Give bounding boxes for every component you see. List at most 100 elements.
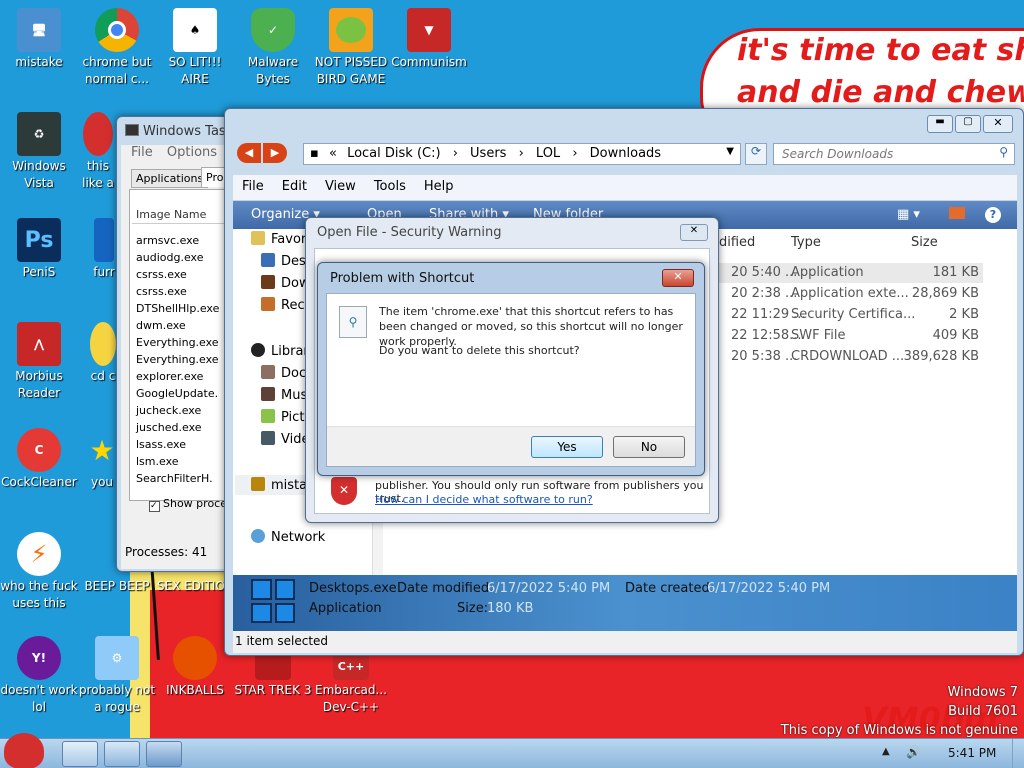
nav-pictures[interactable]: Pict (261, 409, 304, 425)
no-button[interactable]: No (613, 436, 685, 458)
process-row[interactable]: SearchFilterH. (136, 470, 219, 487)
desktop-icon-communism[interactable]: ▼ Communism (390, 8, 468, 71)
desktop-icon-chrome[interactable]: chrome but normal c... (78, 8, 156, 88)
column-type[interactable]: Type (791, 235, 821, 250)
minimize-icon[interactable]: ▬ (927, 115, 953, 133)
desktop-icon-devcpp[interactable]: C++ Embarcad... Dev-C++ (312, 652, 390, 716)
help-icon[interactable]: ? (985, 207, 1001, 223)
ccleaner-icon: C (17, 428, 61, 472)
menu-view[interactable]: View (316, 175, 365, 198)
tab-applications[interactable]: Applications (131, 169, 209, 188)
file-row[interactable]: 22 11:29 ... Security Certifica... 2 KB (683, 305, 983, 325)
nav-recent[interactable]: Rec (261, 297, 305, 313)
yes-button[interactable]: Yes (531, 436, 603, 458)
close-icon[interactable]: ✕ (680, 224, 708, 241)
process-row[interactable]: jucheck.exe (136, 402, 219, 419)
column-size[interactable]: Size (911, 235, 938, 250)
show-desktop-button[interactable] (1012, 739, 1024, 768)
chevron-down-icon[interactable]: ▼ (726, 146, 734, 157)
column-date-modified[interactable]: dified (719, 235, 755, 250)
desktop-icon-malwarebytes[interactable]: ✓ Malware Bytes (234, 8, 312, 88)
taskbar-clock[interactable]: 5:41 PM (948, 746, 996, 760)
menu-file[interactable]: File (131, 145, 153, 160)
back-icon[interactable]: ◀ (237, 143, 261, 163)
nav-favorites[interactable]: Favor (251, 231, 306, 247)
process-row[interactable]: armsvc.exe (136, 232, 219, 249)
desktop-icon-solitaire[interactable]: ♠ SO LIT!!! AIRE (156, 8, 234, 88)
menu-options[interactable]: Options (167, 145, 217, 160)
preview-pane-icon[interactable] (949, 207, 965, 219)
file-row[interactable]: 20 2:38 ... Application exte... 28,869 K… (683, 284, 983, 304)
nav-music[interactable]: Mus (261, 387, 307, 403)
menu-file[interactable]: File (233, 175, 273, 198)
breadcrumb-users[interactable]: Users (470, 146, 506, 161)
search-input[interactable]: Search Downloads ⚲ (773, 143, 1015, 165)
desktop-icon-yahoo[interactable]: Y! doesn't work lol (0, 636, 78, 716)
nav-desktop[interactable]: Des (261, 253, 306, 269)
security-help-link[interactable]: How can I decide what software to run? (375, 493, 593, 506)
desktop-icon-inkballs[interactable]: INKBALLS (156, 636, 234, 699)
forward-icon[interactable]: ▶ (263, 143, 287, 163)
file-row[interactable]: 20 5:38 ... CRDOWNLOAD ... 389,628 KB (683, 347, 983, 367)
checkbox-icon[interactable]: ✓ (149, 501, 160, 512)
nav-documents[interactable]: Doc (261, 365, 306, 381)
show-processes-option[interactable]: ✓ Show proces (149, 497, 233, 512)
desktop-icon-bird-game[interactable]: NOT PISSED BIRD GAME (312, 8, 390, 88)
desktop-icon-this-like-a[interactable]: this like a (78, 112, 118, 192)
desktop-icon-you[interactable]: ★ you (86, 428, 118, 491)
application-icon (251, 579, 295, 623)
taskbar-task-manager-icon[interactable] (146, 741, 182, 767)
desktop-icon-cd[interactable]: cd c (88, 322, 118, 385)
menu-tools[interactable]: Tools (365, 175, 415, 198)
nav-label: Pict (281, 410, 305, 425)
process-row[interactable]: explorer.exe (136, 368, 219, 385)
process-row[interactable]: csrss.exe (136, 283, 219, 300)
warning-shield-icon: ✕ (331, 477, 357, 505)
close-icon[interactable]: ✕ (662, 269, 694, 287)
desktop-icon-ccleaner[interactable]: C CockCleaner (0, 428, 78, 491)
breadcrumb-downloads[interactable]: Downloads (590, 146, 661, 161)
desktop-icon-photoshop[interactable]: Ps PeniS (0, 218, 78, 281)
process-row[interactable]: DTShellHlp.exe (136, 300, 219, 317)
breadcrumb-overflow[interactable]: « (329, 146, 337, 161)
address-bar[interactable]: ▪ « Local Disk (C:) › Users › LOL › Down… (303, 143, 741, 165)
breadcrumb-local-disk[interactable]: Local Disk (C:) (347, 146, 440, 161)
menu-help[interactable]: Help (415, 175, 463, 198)
close-icon[interactable]: ✕ (983, 115, 1013, 133)
volume-icon[interactable]: 🔊 (906, 745, 921, 759)
desktop-icon-rogue[interactable]: ⚙ probably not a rogue (78, 636, 156, 716)
file-row[interactable]: 22 12:58... SWF File 409 KB (683, 326, 983, 346)
desktop-icon-pdf-reader[interactable]: ⋀ Morbius Reader (0, 322, 78, 402)
process-row[interactable]: lsm.exe (136, 453, 219, 470)
desktop-icon-mistake[interactable]: 🖥 mistake (0, 8, 78, 71)
desktop-icon-windows-vista[interactable]: ♻ Windows Vista (0, 112, 78, 192)
view-options-icon[interactable]: ▦ ▾ (897, 207, 920, 222)
process-row[interactable]: Everything.exe (136, 351, 219, 368)
nav-network[interactable]: Network (251, 529, 325, 545)
process-row[interactable]: dwm.exe (136, 317, 219, 334)
desktop-icon-winamp[interactable]: ⚡ who the fuck uses this (0, 532, 78, 612)
process-row[interactable]: GoogleUpdate. (136, 385, 219, 402)
start-button[interactable] (4, 733, 44, 768)
file-row[interactable]: 20 5:40 ... Application 181 KB (683, 263, 983, 283)
desktop-icon-star-trek[interactable]: STAR TREK 3 (234, 652, 312, 699)
process-row[interactable]: lsass.exe (136, 436, 219, 453)
tray-expand-icon[interactable]: ▲ (882, 746, 890, 757)
search-icon[interactable]: ⚲ (999, 145, 1008, 159)
column-image-name[interactable]: Image Name (132, 206, 232, 224)
refresh-icon[interactable]: ⟳ (745, 143, 767, 165)
nav-libraries[interactable]: Librar (251, 343, 309, 359)
taskbar-app-icon[interactable] (104, 741, 140, 767)
nav-videos[interactable]: Vide (261, 431, 309, 447)
desktop-icon-furr[interactable]: furr (90, 218, 118, 281)
taskbar-explorer-icon[interactable] (62, 741, 98, 767)
maximize-icon[interactable]: ▢ (955, 115, 981, 133)
process-row[interactable]: audiodg.exe (136, 249, 219, 266)
process-row[interactable]: Everything.exe (136, 334, 219, 351)
menu-edit[interactable]: Edit (273, 175, 316, 198)
process-row[interactable]: jusched.exe (136, 419, 219, 436)
nav-downloads[interactable]: Dow (261, 275, 310, 291)
breadcrumb-lol[interactable]: LOL (536, 146, 560, 161)
problem-dialog-body: ⚲ The item 'chrome.exe' that this shortc… (326, 293, 696, 467)
process-row[interactable]: csrss.exe (136, 266, 219, 283)
